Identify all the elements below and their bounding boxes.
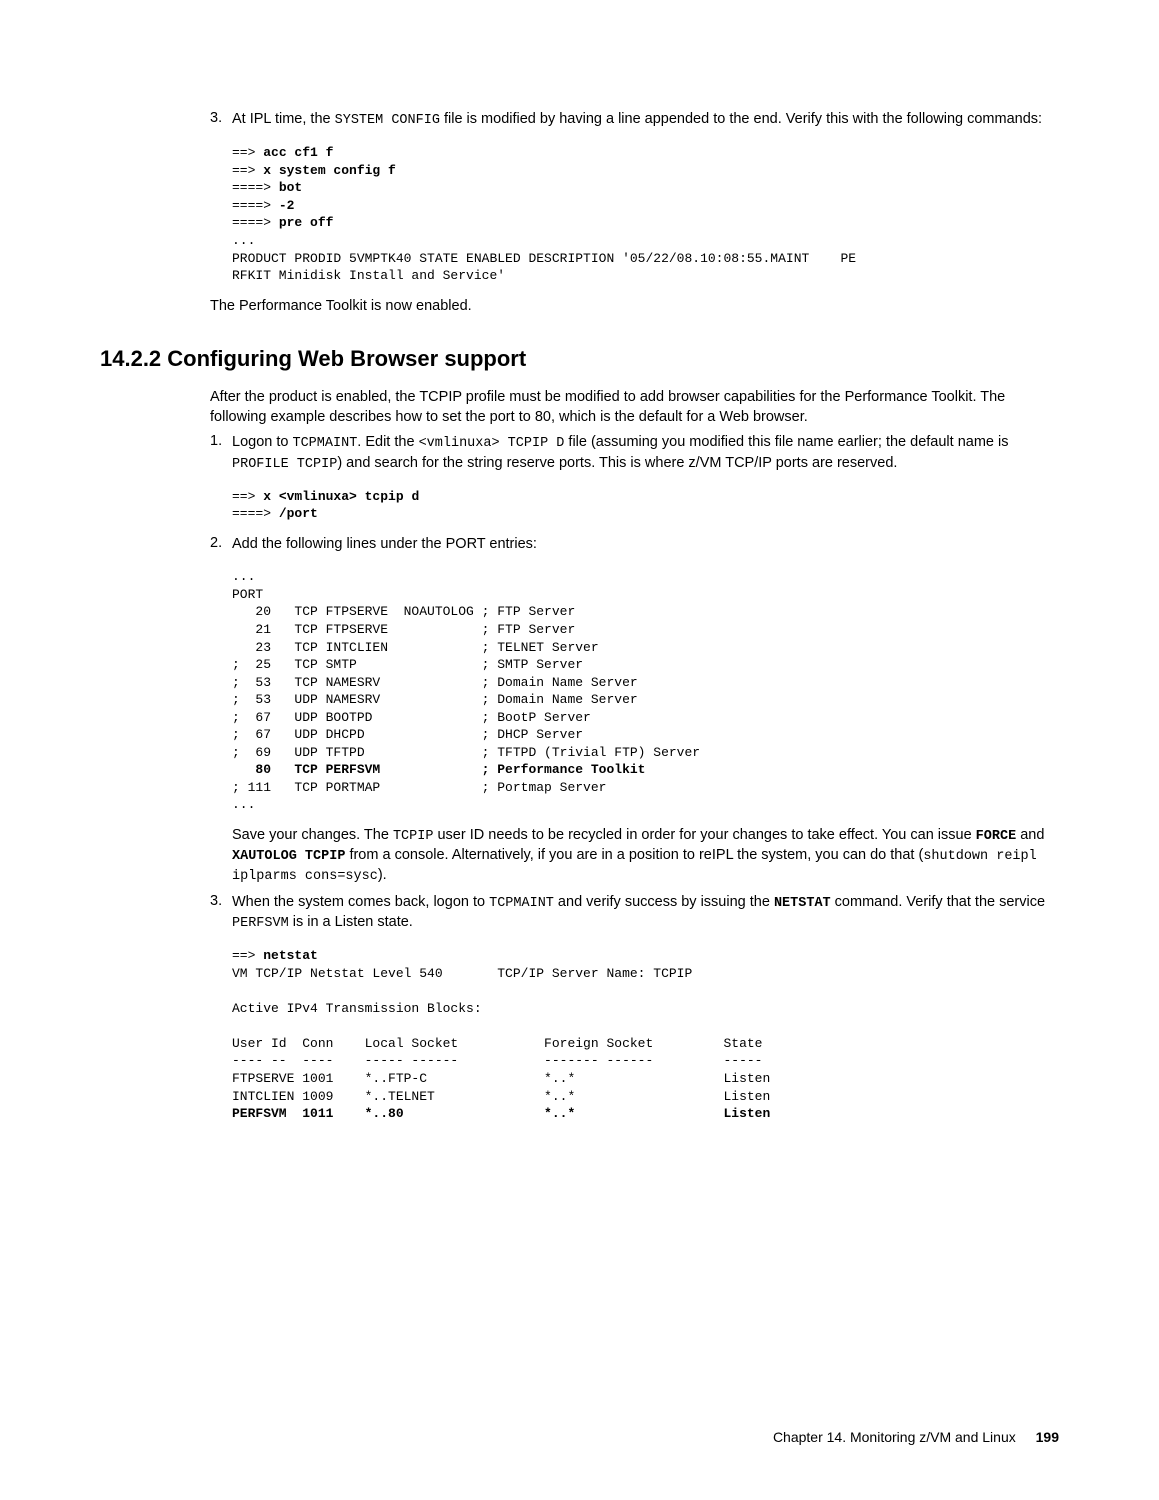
chapter-label: Chapter 14. Monitoring z/VM and Linux: [773, 1429, 1016, 1445]
step-body: Logon to TCPMAINT. Edit the <vmlinuxa> T…: [232, 433, 1059, 479]
step-body: At IPL time, the SYSTEM CONFIG file is m…: [232, 110, 1059, 136]
content-area: 3. At IPL time, the SYSTEM CONFIG file i…: [210, 110, 1059, 316]
page-footer: Chapter 14. Monitoring z/VM and Linux 19…: [773, 1429, 1059, 1445]
text: At IPL time, the: [232, 111, 335, 127]
step-body: Add the following lines under the PORT e…: [232, 535, 1059, 561]
document-page: 3. At IPL time, the SYSTEM CONFIG file i…: [0, 0, 1159, 1500]
page-number: 199: [1036, 1429, 1059, 1445]
code-block: ... PORT 20 TCP FTPSERVE NOAUTOLOG ; FTP…: [232, 568, 1059, 814]
step-number: 3.: [210, 110, 232, 136]
paragraph: Logon to TCPMAINT. Edit the <vmlinuxa> T…: [232, 433, 1059, 473]
step-number: 2.: [210, 535, 232, 561]
list-item: 1. Logon to TCPMAINT. Edit the <vmlinuxa…: [210, 433, 1059, 479]
paragraph: After the product is enabled, the TCPIP …: [210, 388, 1059, 427]
list-item: 3. At IPL time, the SYSTEM CONFIG file i…: [210, 110, 1059, 136]
section-heading: 14.2.2 Configuring Web Browser support: [100, 346, 1059, 372]
inline-code: SYSTEM CONFIG: [335, 113, 440, 128]
paragraph: When the system comes back, logon to TCP…: [232, 893, 1059, 933]
step-number: 3.: [210, 893, 232, 939]
code-block: ==> netstat VM TCP/IP Netstat Level 540 …: [232, 947, 1059, 1122]
step-number: 1.: [210, 433, 232, 479]
paragraph: Add the following lines under the PORT e…: [232, 535, 1059, 555]
paragraph: At IPL time, the SYSTEM CONFIG file is m…: [232, 110, 1059, 130]
text: file is modified by having a line append…: [440, 111, 1042, 127]
list-item: 2. Add the following lines under the POR…: [210, 535, 1059, 561]
paragraph: The Performance Toolkit is now enabled.: [210, 297, 1059, 317]
step-body: When the system comes back, logon to TCP…: [232, 893, 1059, 939]
list-item: 3. When the system comes back, logon to …: [210, 893, 1059, 939]
content-area: After the product is enabled, the TCPIP …: [210, 388, 1059, 1122]
paragraph: Save your changes. The TCPIP user ID nee…: [232, 826, 1059, 887]
code-block: ==> acc cf1 f ==> x system config f ====…: [232, 144, 1059, 284]
code-block: ==> x <vmlinuxa> tcpip d ====> /port: [232, 488, 1059, 523]
